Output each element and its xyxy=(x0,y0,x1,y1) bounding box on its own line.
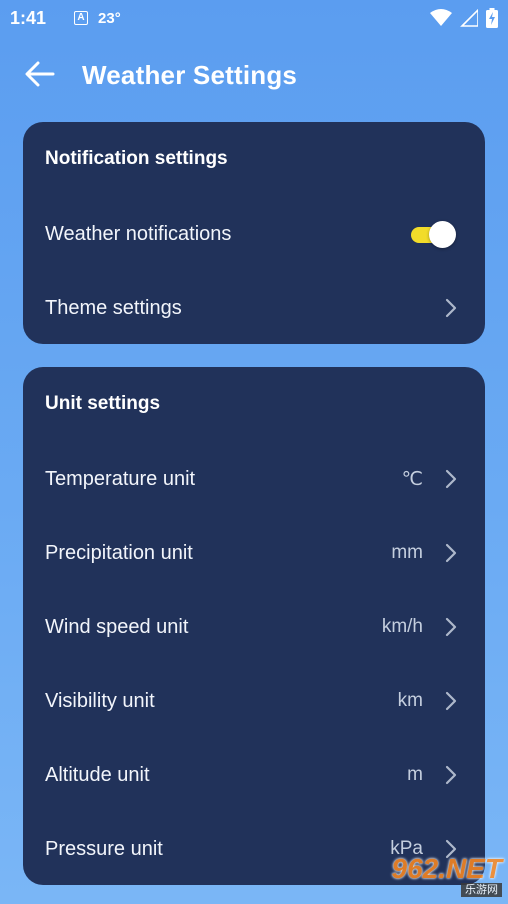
status-time: 1:41 xyxy=(10,7,47,28)
weather-notifications-label: Weather notifications xyxy=(45,222,232,245)
temperature-unit-label: Temperature unit xyxy=(45,467,196,490)
weather-notifications-row[interactable]: Weather notifications xyxy=(23,204,485,264)
temperature-unit-value: ℃ xyxy=(401,468,423,490)
notification-a-icon: A xyxy=(74,11,89,25)
chevron-right-icon xyxy=(443,467,459,491)
pressure-unit-label: Pressure unit xyxy=(45,837,163,860)
notification-settings-title: Notification settings xyxy=(45,148,228,169)
signal-icon xyxy=(460,9,478,27)
altitude-unit-row[interactable]: Altitude unit m xyxy=(23,745,485,805)
watermark-logo: 962.NET 乐游网 xyxy=(372,854,502,898)
chevron-right-icon xyxy=(443,541,459,565)
status-right xyxy=(430,8,498,28)
page-title: Weather Settings xyxy=(82,60,298,90)
arrow-left-icon xyxy=(25,61,55,92)
wind-speed-unit-row[interactable]: Wind speed unit km/h xyxy=(23,597,485,657)
notification-settings-card: Notification settings Weather notificati… xyxy=(23,122,485,344)
weather-notifications-toggle[interactable] xyxy=(411,220,457,248)
wind-speed-unit-value: km/h xyxy=(381,616,423,637)
visibility-unit-label: Visibility unit xyxy=(45,689,155,712)
theme-settings-row[interactable]: Theme settings xyxy=(23,278,485,338)
chevron-right-icon xyxy=(443,763,459,787)
temperature-unit-row[interactable]: Temperature unit ℃ xyxy=(23,449,485,509)
status-left: 1:41 A 23° xyxy=(10,8,121,29)
toggle-knob xyxy=(429,221,456,248)
visibility-unit-row[interactable]: Visibility unit km xyxy=(23,671,485,731)
status-temperature: 23° xyxy=(98,9,121,27)
chevron-right-icon xyxy=(443,615,459,639)
battery-charging-icon xyxy=(486,8,498,28)
altitude-unit-label: Altitude unit xyxy=(45,763,150,786)
watermark-sub: 乐游网 xyxy=(461,883,502,897)
unit-settings-card: Unit settings Temperature unit ℃ Precipi… xyxy=(23,367,485,885)
visibility-unit-value: km xyxy=(397,690,423,711)
chevron-right-icon xyxy=(443,689,459,713)
precipitation-unit-label: Precipitation unit xyxy=(45,541,193,564)
status-bar: 1:41 A 23° xyxy=(0,0,508,36)
chevron-right-icon xyxy=(443,296,459,320)
precipitation-unit-row[interactable]: Precipitation unit mm xyxy=(23,523,485,583)
app-header: Weather Settings xyxy=(0,48,508,104)
precipitation-unit-value: mm xyxy=(391,542,423,563)
wind-speed-unit-label: Wind speed unit xyxy=(45,615,189,638)
watermark-brand: 962.NET xyxy=(391,853,503,884)
unit-settings-title: Unit settings xyxy=(45,393,161,414)
wifi-icon xyxy=(430,9,452,27)
back-button[interactable] xyxy=(24,60,56,92)
theme-settings-label: Theme settings xyxy=(45,296,182,319)
altitude-unit-value: m xyxy=(407,764,423,785)
